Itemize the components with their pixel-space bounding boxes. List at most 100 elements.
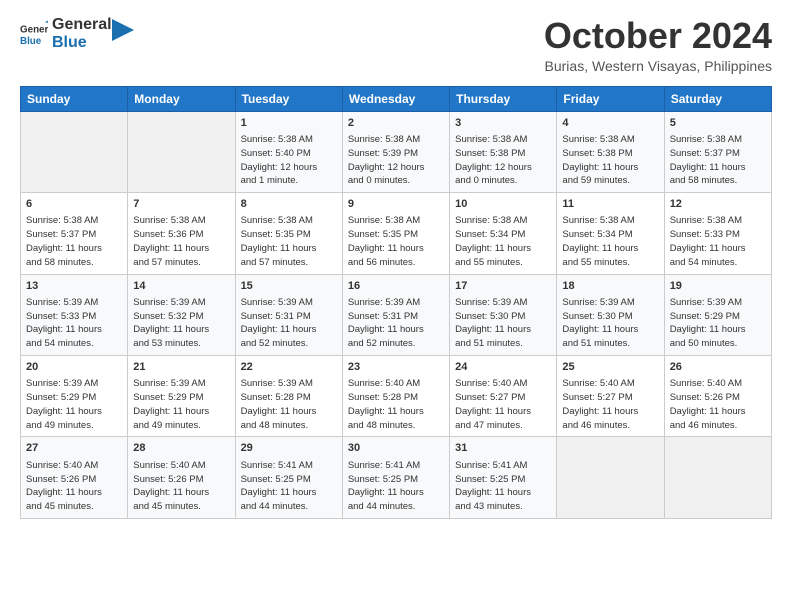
calendar-cell: 20 Sunrise: 5:39 AM Sunset: 5:29 PM Dayli… [21,355,128,436]
day-number: 13 [26,279,122,294]
calendar-cell: 19Sunrise: 5:39 AM Sunset: 5:29 PM Dayli… [664,274,771,355]
day-number: 4 [562,116,658,131]
day-info: Sunrise: 5:40 AM Sunset: 5:27 PM Dayligh… [455,377,551,432]
calendar-cell: 13Sunrise: 5:39 AM Sunset: 5:33 PM Dayli… [21,274,128,355]
calendar-week-1: 1Sunrise: 5:38 AM Sunset: 5:40 PM Daylig… [21,111,772,192]
calendar-cell [664,437,771,518]
calendar-cell: 18Sunrise: 5:39 AM Sunset: 5:30 PM Dayli… [557,274,664,355]
day-info: Sunrise: 5:39 AM Sunset: 5:29 PM Dayligh… [133,377,229,432]
day-info: Sunrise: 5:39 AM Sunset: 5:30 PM Dayligh… [562,296,658,351]
logo-icon: General Blue [20,20,48,48]
calendar-cell: 22 Sunrise: 5:39 AM Sunset: 5:28 PM Dayli… [235,355,342,436]
day-info: Sunrise: 5:38 AM Sunset: 5:38 PM Dayligh… [455,133,551,188]
calendar-cell: 2Sunrise: 5:38 AM Sunset: 5:39 PM Daylig… [342,111,449,192]
calendar-cell: 25 Sunrise: 5:40 AM Sunset: 5:27 PM Dayli… [557,355,664,436]
calendar-week-2: 6 Sunrise: 5:38 AM Sunset: 5:37 PM Daylig… [21,193,772,274]
calendar-cell: 16Sunrise: 5:39 AM Sunset: 5:31 PM Dayli… [342,274,449,355]
day-info: Sunrise: 5:40 AM Sunset: 5:26 PM Dayligh… [670,377,766,432]
day-number: 9 [348,197,444,212]
calendar-cell: 15Sunrise: 5:39 AM Sunset: 5:31 PM Dayli… [235,274,342,355]
month-title: October 2024 [544,16,772,56]
calendar-cell: 5 Sunrise: 5:38 AM Sunset: 5:37 PM Daylig… [664,111,771,192]
day-info: Sunrise: 5:41 AM Sunset: 5:25 PM Dayligh… [241,459,337,514]
header-tuesday: Tuesday [235,86,342,111]
day-info: Sunrise: 5:39 AM Sunset: 5:28 PM Dayligh… [241,377,337,432]
day-number: 28 [133,441,229,456]
day-number: 14 [133,279,229,294]
day-number: 15 [241,279,337,294]
day-number: 29 [241,441,337,456]
day-info: Sunrise: 5:38 AM Sunset: 5:39 PM Dayligh… [348,133,444,188]
calendar-cell: 30 Sunrise: 5:41 AM Sunset: 5:25 PM Dayli… [342,437,449,518]
day-info: Sunrise: 5:39 AM Sunset: 5:29 PM Dayligh… [26,377,122,432]
day-number: 24 [455,360,551,375]
day-info: Sunrise: 5:38 AM Sunset: 5:40 PM Dayligh… [241,133,337,188]
day-number: 26 [670,360,766,375]
calendar-cell: 29 Sunrise: 5:41 AM Sunset: 5:25 PM Dayli… [235,437,342,518]
day-number: 27 [26,441,122,456]
day-info: Sunrise: 5:39 AM Sunset: 5:29 PM Dayligh… [670,296,766,351]
calendar-cell [21,111,128,192]
day-number: 5 [670,116,766,131]
calendar-table: SundayMondayTuesdayWednesdayThursdayFrid… [20,86,772,519]
calendar-cell: 4 Sunrise: 5:38 AM Sunset: 5:38 PM Daylig… [557,111,664,192]
day-number: 25 [562,360,658,375]
day-info: Sunrise: 5:38 AM Sunset: 5:36 PM Dayligh… [133,214,229,269]
day-info: Sunrise: 5:38 AM Sunset: 5:37 PM Dayligh… [670,133,766,188]
calendar-cell: 23Sunrise: 5:40 AM Sunset: 5:28 PM Dayli… [342,355,449,436]
day-number: 7 [133,197,229,212]
day-info: Sunrise: 5:38 AM Sunset: 5:35 PM Dayligh… [241,214,337,269]
day-number: 8 [241,197,337,212]
calendar-cell [128,111,235,192]
calendar-cell: 3Sunrise: 5:38 AM Sunset: 5:38 PM Daylig… [450,111,557,192]
day-number: 23 [348,360,444,375]
header-friday: Friday [557,86,664,111]
day-number: 10 [455,197,551,212]
day-number: 31 [455,441,551,456]
calendar-week-5: 27 Sunrise: 5:40 AM Sunset: 5:26 PM Dayli… [21,437,772,518]
calendar-cell: 28 Sunrise: 5:40 AM Sunset: 5:26 PM Dayli… [128,437,235,518]
calendar-cell: 11Sunrise: 5:38 AM Sunset: 5:34 PM Dayli… [557,193,664,274]
day-info: Sunrise: 5:39 AM Sunset: 5:30 PM Dayligh… [455,296,551,351]
calendar-cell: 9Sunrise: 5:38 AM Sunset: 5:35 PM Daylig… [342,193,449,274]
calendar-cell: 27 Sunrise: 5:40 AM Sunset: 5:26 PM Dayli… [21,437,128,518]
calendar-cell: 10 Sunrise: 5:38 AM Sunset: 5:34 PM Dayli… [450,193,557,274]
calendar-cell: 17 Sunrise: 5:39 AM Sunset: 5:30 PM Dayli… [450,274,557,355]
logo-blue: Blue [52,34,112,52]
header-monday: Monday [128,86,235,111]
day-number: 22 [241,360,337,375]
location-subtitle: Burias, Western Visayas, Philippines [544,58,772,74]
day-info: Sunrise: 5:40 AM Sunset: 5:26 PM Dayligh… [133,459,229,514]
logo-arrow-icon [112,19,134,41]
day-info: Sunrise: 5:39 AM Sunset: 5:32 PM Dayligh… [133,296,229,351]
day-number: 11 [562,197,658,212]
day-info: Sunrise: 5:41 AM Sunset: 5:25 PM Dayligh… [455,459,551,514]
header-thursday: Thursday [450,86,557,111]
title-block: October 2024 Burias, Western Visayas, Ph… [544,16,772,74]
day-number: 16 [348,279,444,294]
day-info: Sunrise: 5:38 AM Sunset: 5:34 PM Dayligh… [455,214,551,269]
header-sunday: Sunday [21,86,128,111]
day-info: Sunrise: 5:38 AM Sunset: 5:37 PM Dayligh… [26,214,122,269]
calendar-cell: 26 Sunrise: 5:40 AM Sunset: 5:26 PM Dayli… [664,355,771,436]
day-info: Sunrise: 5:41 AM Sunset: 5:25 PM Dayligh… [348,459,444,514]
day-info: Sunrise: 5:38 AM Sunset: 5:33 PM Dayligh… [670,214,766,269]
day-number: 20 [26,360,122,375]
day-info: Sunrise: 5:40 AM Sunset: 5:26 PM Dayligh… [26,459,122,514]
day-number: 30 [348,441,444,456]
header-row: SundayMondayTuesdayWednesdayThursdayFrid… [21,86,772,111]
calendar-cell: 6 Sunrise: 5:38 AM Sunset: 5:37 PM Daylig… [21,193,128,274]
day-number: 6 [26,197,122,212]
calendar-cell: 12Sunrise: 5:38 AM Sunset: 5:33 PM Dayli… [664,193,771,274]
day-info: Sunrise: 5:40 AM Sunset: 5:27 PM Dayligh… [562,377,658,432]
calendar-cell: 7 Sunrise: 5:38 AM Sunset: 5:36 PM Daylig… [128,193,235,274]
day-info: Sunrise: 5:38 AM Sunset: 5:38 PM Dayligh… [562,133,658,188]
header-wednesday: Wednesday [342,86,449,111]
day-number: 21 [133,360,229,375]
header-saturday: Saturday [664,86,771,111]
calendar-week-3: 13Sunrise: 5:39 AM Sunset: 5:33 PM Dayli… [21,274,772,355]
calendar-cell: 24 Sunrise: 5:40 AM Sunset: 5:27 PM Dayli… [450,355,557,436]
calendar-cell: 1Sunrise: 5:38 AM Sunset: 5:40 PM Daylig… [235,111,342,192]
calendar-week-4: 20 Sunrise: 5:39 AM Sunset: 5:29 PM Dayli… [21,355,772,436]
day-number: 17 [455,279,551,294]
